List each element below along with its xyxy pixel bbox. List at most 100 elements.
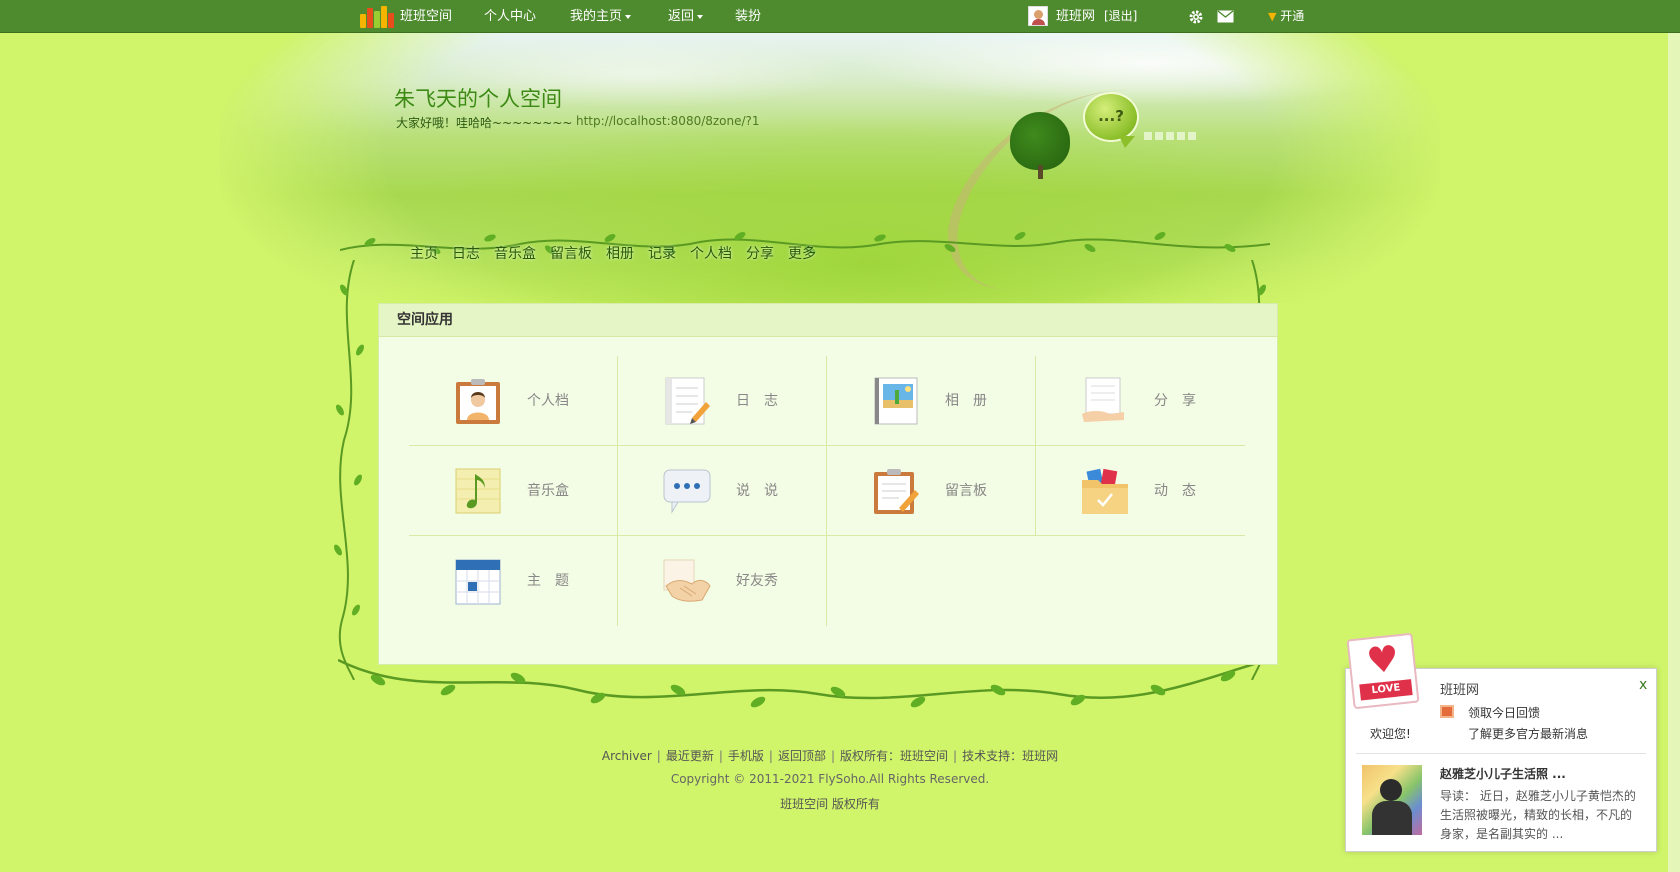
- love-heart-icon: ♥ LOVE: [1346, 632, 1420, 710]
- space-nav-blog[interactable]: 日志: [452, 243, 480, 263]
- diamond-icon: ▼: [1268, 10, 1277, 23]
- footer-tech-support[interactable]: 技术支持：班班网: [962, 749, 1058, 763]
- app-theme-label: 主 题: [527, 573, 569, 589]
- space-nav-home[interactable]: 主页: [410, 243, 438, 263]
- app-guestbook[interactable]: 留言板: [827, 446, 1036, 536]
- footer-copyright-owner[interactable]: 版权所有：班班空间: [840, 749, 948, 763]
- app-talk-label: 说 说: [736, 483, 778, 499]
- tree-decoration: [1010, 112, 1070, 170]
- vip-open-link[interactable]: ▼ 开通: [1268, 0, 1304, 33]
- footer-link-archiver[interactable]: Archiver: [602, 749, 652, 763]
- nav-personal-center-label: 个人中心: [484, 9, 537, 24]
- logout-link[interactable]: [退出]: [1104, 0, 1137, 33]
- logo-icon: [360, 5, 394, 28]
- app-music-box[interactable]: 音乐盒: [409, 446, 618, 536]
- news-photo[interactable]: [1362, 765, 1422, 835]
- app-profile-label: 个人档: [527, 393, 569, 409]
- app-album[interactable]: 相 册: [827, 356, 1036, 446]
- app-profile[interactable]: 个人档: [409, 356, 618, 446]
- nav-personal-center[interactable]: 个人中心: [484, 0, 536, 33]
- nav-back-label: 返回: [668, 9, 695, 24]
- news-title[interactable]: 赵雅芝小儿子生活照 ...: [1440, 765, 1566, 782]
- user-avatar[interactable]: [1028, 6, 1048, 26]
- popup-divider: [1356, 753, 1646, 754]
- help-bubble-icon[interactable]: ...?: [1083, 92, 1139, 148]
- app-guestbook-label: 留言板: [945, 483, 987, 499]
- music-player-controls: [1144, 132, 1196, 140]
- photo-album-icon: [874, 377, 918, 425]
- app-blog[interactable]: 日 志: [618, 356, 827, 446]
- love-tag: LOVE: [1359, 679, 1413, 701]
- app-feed-label: 动 态: [1154, 483, 1196, 499]
- gear-icon[interactable]: [1188, 0, 1204, 33]
- nav-dress-up-label: 装扮: [735, 9, 762, 24]
- prev-icon[interactable]: [1144, 132, 1152, 140]
- space-nav-music-box[interactable]: 音乐盒: [494, 243, 536, 263]
- user-name[interactable]: 班班网: [1056, 0, 1095, 33]
- app-feed[interactable]: 动 态: [1036, 446, 1245, 536]
- nav-dress-up[interactable]: 装扮: [735, 0, 761, 33]
- nav-back[interactable]: 返回: [668, 0, 704, 33]
- stop-icon[interactable]: [1166, 132, 1174, 140]
- popup-close-button[interactable]: x: [1639, 677, 1647, 693]
- brand-logo[interactable]: 班班空间: [360, 0, 452, 33]
- calendar-icon: [455, 559, 501, 605]
- speech-bubble-icon: [663, 469, 711, 514]
- space-url[interactable]: http://localhost:8080/8zone/?1: [576, 114, 760, 128]
- space-nav-album[interactable]: 相册: [606, 243, 634, 263]
- tree-trunk-decoration: [1038, 165, 1043, 179]
- panel-title: 空间应用: [379, 304, 1277, 337]
- app-share[interactable]: 分 享: [1036, 356, 1245, 446]
- page-scrollbar[interactable]: [1668, 33, 1680, 872]
- apps-grid: 个人档 日 志 相 册 分 享 音乐盒 说 说 留言板 动 态 主 题 好友秀: [409, 356, 1245, 626]
- footer-divider: |: [768, 749, 773, 763]
- space-nav-share[interactable]: 分享: [746, 243, 774, 263]
- footer-divider: |: [953, 749, 958, 763]
- notebook-pencil-icon: [665, 377, 710, 425]
- app-album-label: 相 册: [945, 393, 987, 409]
- folder-check-icon: [1082, 468, 1128, 514]
- next-icon[interactable]: [1177, 132, 1185, 140]
- footer-divider: |: [718, 749, 723, 763]
- space-nav-records[interactable]: 记录: [648, 243, 676, 263]
- gift-icon: [1440, 705, 1454, 718]
- heart-icon: ♥: [1364, 638, 1402, 683]
- handshake-icon: [663, 559, 711, 602]
- playlist-icon[interactable]: [1188, 132, 1196, 140]
- space-nav-profile[interactable]: 个人档: [690, 243, 732, 263]
- footer-link-mobile[interactable]: 手机版: [728, 749, 764, 763]
- space-title[interactable]: 朱飞天的个人空间: [394, 83, 562, 113]
- popup-brand: 班班网: [1440, 683, 1480, 698]
- popup-official-news-link[interactable]: 了解更多官方最新消息: [1468, 725, 1588, 742]
- chevron-down-icon: [697, 14, 704, 19]
- pause-icon[interactable]: [1155, 132, 1163, 140]
- space-nav: 主页 日志 音乐盒 留言板 相册 记录 个人档 分享 更多: [410, 243, 830, 263]
- news-summary: 导读： 近日，赵雅芝小儿子黄恺杰的生活照被曝光，精致的长相，不凡的身家，是名副其…: [1440, 789, 1636, 841]
- popup-daily-reward-link[interactable]: 领取今日回馈: [1468, 704, 1540, 721]
- profile-card-icon: [456, 379, 500, 424]
- popup-welcome: 欢迎您!: [1370, 727, 1411, 741]
- music-note-icon: [455, 468, 501, 514]
- footer-divider: |: [656, 749, 661, 763]
- space-motto: 大家好哦！哇哈哈~~~~~~~~: [396, 116, 573, 130]
- nav-my-homepage-label: 我的主页: [570, 9, 623, 24]
- nav-my-homepage[interactable]: 我的主页: [570, 0, 632, 33]
- app-theme[interactable]: 主 题: [409, 536, 618, 626]
- app-talk[interactable]: 说 说: [618, 446, 827, 536]
- app-friends-show[interactable]: 好友秀: [618, 536, 827, 626]
- top-bar: 班班空间 个人中心 我的主页 返回 装扮 班班网 [退出] ▼ 开通: [0, 0, 1680, 33]
- space-nav-more[interactable]: 更多: [788, 243, 816, 263]
- space-nav-guestbook[interactable]: 留言板: [550, 243, 592, 263]
- footer-link-back-to-top[interactable]: 返回顶部: [778, 749, 826, 763]
- vine-decoration-left: [334, 260, 364, 680]
- chevron-down-icon: [625, 14, 632, 19]
- app-blog-label: 日 志: [736, 393, 778, 409]
- app-share-label: 分 享: [1154, 393, 1196, 409]
- share-hand-icon: [1082, 377, 1124, 422]
- app-friends-show-label: 好友秀: [736, 573, 778, 589]
- brand-name: 班班空间: [400, 9, 453, 24]
- mail-icon[interactable]: [1217, 0, 1234, 33]
- space-apps-panel: 空间应用 个人档 日 志 相 册 分 享 音乐盒 说 说 留言板 动 态 主 题…: [378, 303, 1278, 665]
- footer-link-recent[interactable]: 最近更新: [666, 749, 714, 763]
- help-bubble-text: ...?: [1098, 107, 1124, 125]
